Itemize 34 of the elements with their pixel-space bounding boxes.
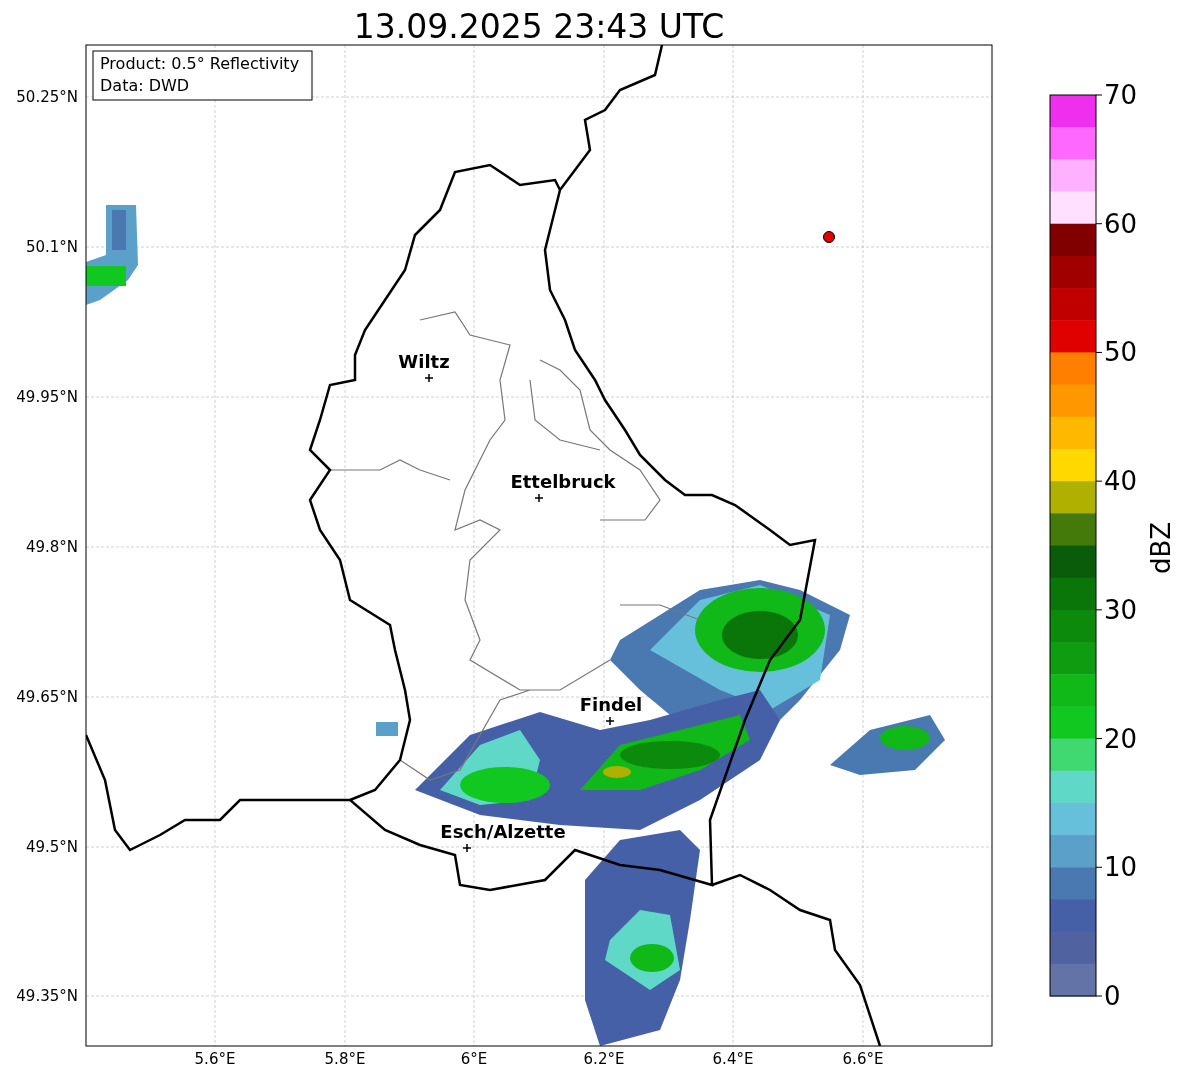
latitude-label: 49.8°N [25,538,78,556]
latitude-label: 50.1°N [25,238,78,256]
city-marker-icon [424,373,434,383]
longitude-label: 5.8°E [324,1050,366,1068]
colorbar-tick-label: 60 [1104,208,1138,239]
longitude-label: 6°E [460,1050,488,1068]
latitude-label: 49.35°N [16,987,78,1005]
chart-title: 13.09.2025 23:43 UTC [353,7,725,46]
longitude-label: 6.6°E [842,1050,884,1068]
location-dot [823,231,835,243]
latitude-label: 49.5°N [25,838,78,856]
longitude-label: 6.4°E [712,1050,754,1068]
city-label: Wiltz [398,351,450,372]
info-text: Product: 0.5° Reflectivity [100,54,300,73]
latitude-label: 49.65°N [16,688,78,706]
colorbar-tick-label: 40 [1104,466,1138,497]
city-label: Ettelbruck [510,471,616,492]
colorbar-tick-label: 0 [1104,981,1121,1011]
city-marker-icon [462,843,472,853]
longitude-label: 6.2°E [583,1050,625,1068]
colorbar-tick-label: 50 [1104,337,1138,368]
city-label: Esch/Alzette [440,821,566,842]
longitude-label: 5.6°E [194,1050,236,1068]
city-marker-icon [534,493,544,503]
info-text: Data: DWD [100,76,190,95]
colorbar-tick-label: 20 [1104,723,1138,754]
colorbar-tick-label: 10 [1104,852,1138,883]
colorbar-title: dBZ [1146,521,1176,575]
colorbar-tick-label: 30 [1104,594,1138,625]
latitude-label: 50.25°N [16,88,78,106]
latitude-label: 49.95°N [16,388,78,406]
city-label: Findel [579,694,643,715]
city-marker-icon [605,716,615,726]
colorbar-tick-label: 70 [1104,80,1138,110]
